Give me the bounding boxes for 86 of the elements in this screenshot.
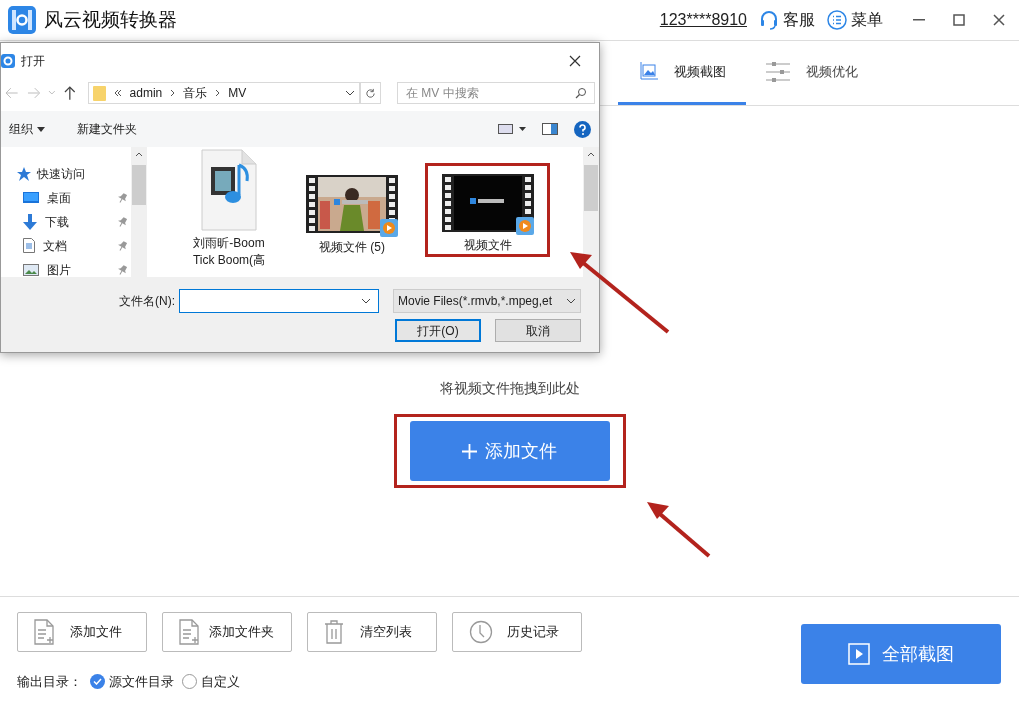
clock-icon — [469, 620, 493, 644]
nav-item[interactable]: 桌面 — [17, 189, 131, 206]
close-icon — [993, 14, 1005, 26]
file-name: 视频文件 — [463, 237, 512, 254]
tab[interactable]: 视频优化 — [746, 41, 878, 105]
menu-button[interactable]: 菜单 — [827, 8, 883, 32]
pin-icon — [118, 216, 127, 227]
nav-item[interactable]: 下载 — [17, 213, 131, 230]
file-type-dropdown[interactable]: Movie Files(*.rmvb,*.mpeg,et — [393, 289, 581, 313]
scrollbar[interactable] — [583, 147, 599, 277]
app-logo-icon — [8, 6, 36, 34]
maximize-icon — [953, 14, 965, 26]
plus-icon — [462, 443, 477, 459]
star-icon — [17, 166, 31, 181]
add-file-button[interactable]: 添加文件 — [409, 421, 610, 481]
annotation-arrow — [645, 500, 711, 558]
path-segment[interactable]: admin — [129, 84, 163, 102]
minimize-icon — [913, 19, 925, 21]
trash-icon — [324, 620, 344, 644]
play-badge-icon — [515, 217, 534, 235]
account-link[interactable]: 123****8910 — [659, 8, 747, 32]
radio-button[interactable] — [90, 674, 105, 690]
nav-item[interactable]: 快速访问 — [17, 165, 131, 182]
dialog-title: 打开 — [21, 53, 45, 70]
path-segment[interactable]: 音乐 — [183, 84, 208, 102]
path-segment[interactable]: MV — [228, 84, 247, 102]
play-icon — [848, 643, 870, 665]
toolbar-button[interactable]: 清空列表 — [307, 612, 437, 652]
pin-icon — [118, 264, 127, 275]
chevron-icon — [215, 89, 221, 97]
up-arrow-icon[interactable] — [63, 86, 76, 100]
filename-field[interactable] — [179, 289, 379, 313]
organize-menu[interactable]: 组织 — [9, 120, 45, 138]
close-icon — [569, 55, 581, 67]
folder-icon — [92, 85, 106, 101]
download-icon — [23, 213, 37, 230]
filename-label: 文件名(N): — [119, 293, 175, 310]
new-folder-button[interactable]: 新建文件夹 — [77, 120, 137, 138]
double-chevron-icon — [113, 89, 122, 97]
picture-folder-icon — [23, 263, 39, 276]
scrollbar[interactable] — [131, 147, 147, 277]
toolbar-button[interactable]: 添加文件夹 — [162, 612, 292, 652]
app-title: 风云视频转换器 — [44, 7, 177, 32]
radio-button[interactable] — [182, 674, 197, 690]
dropdown-icon — [566, 298, 576, 304]
scroll-thumb[interactable] — [132, 165, 146, 205]
capture-all-button[interactable]: 全部截图 — [801, 624, 1001, 684]
view-icon[interactable] — [498, 124, 526, 134]
nav-item[interactable]: 图片 — [17, 261, 131, 277]
scroll-thumb[interactable] — [584, 165, 598, 211]
output-label: 输出目录： — [17, 673, 82, 691]
preview-pane-icon[interactable] — [542, 123, 558, 135]
pin-icon — [118, 240, 127, 251]
document-icon — [23, 238, 35, 253]
drop-zone-hint: 将视频文件拖拽到此处 — [439, 379, 580, 398]
music-file-icon — [201, 149, 257, 231]
cancel-button[interactable]: 取消 — [495, 319, 581, 342]
check-icon — [93, 678, 102, 686]
desktop-icon — [23, 191, 39, 204]
refresh-icon — [364, 87, 376, 99]
menu-icon — [827, 10, 847, 30]
toolbar-button[interactable]: 添加文件 — [17, 612, 147, 652]
caret-icon — [37, 126, 45, 132]
address-bar[interactable]: admin 音乐 MV — [87, 82, 360, 104]
headset-icon — [759, 10, 779, 30]
file-name: 刘雨昕-Boom Tick Boom(高 — [191, 235, 267, 269]
toolbar-button[interactable]: 历史记录 — [452, 612, 582, 652]
dropdown-icon[interactable] — [361, 298, 371, 304]
chevron-icon — [170, 89, 176, 97]
search-field[interactable]: 在 MV 中搜索 — [397, 82, 595, 104]
image-crop-icon — [638, 61, 658, 82]
file-name: 视频文件 (5) — [319, 239, 385, 256]
nav-item[interactable]: 文档 — [17, 237, 131, 254]
tab[interactable]: 视频截图 — [618, 41, 746, 105]
help-icon[interactable] — [574, 120, 591, 138]
play-badge-icon — [380, 219, 398, 237]
file-add-icon — [179, 619, 199, 645]
support-button[interactable]: 客服 — [759, 8, 815, 32]
radio-label[interactable]: 源文件目录 — [109, 672, 174, 692]
pin-icon — [118, 192, 127, 203]
search-icon — [575, 87, 587, 99]
file-add-icon — [34, 619, 54, 645]
radio-label[interactable]: 自定义 — [201, 672, 240, 692]
sliders-icon — [766, 61, 790, 82]
open-button[interactable]: 打开(O) — [395, 319, 481, 342]
dropdown-icon[interactable] — [344, 90, 355, 96]
